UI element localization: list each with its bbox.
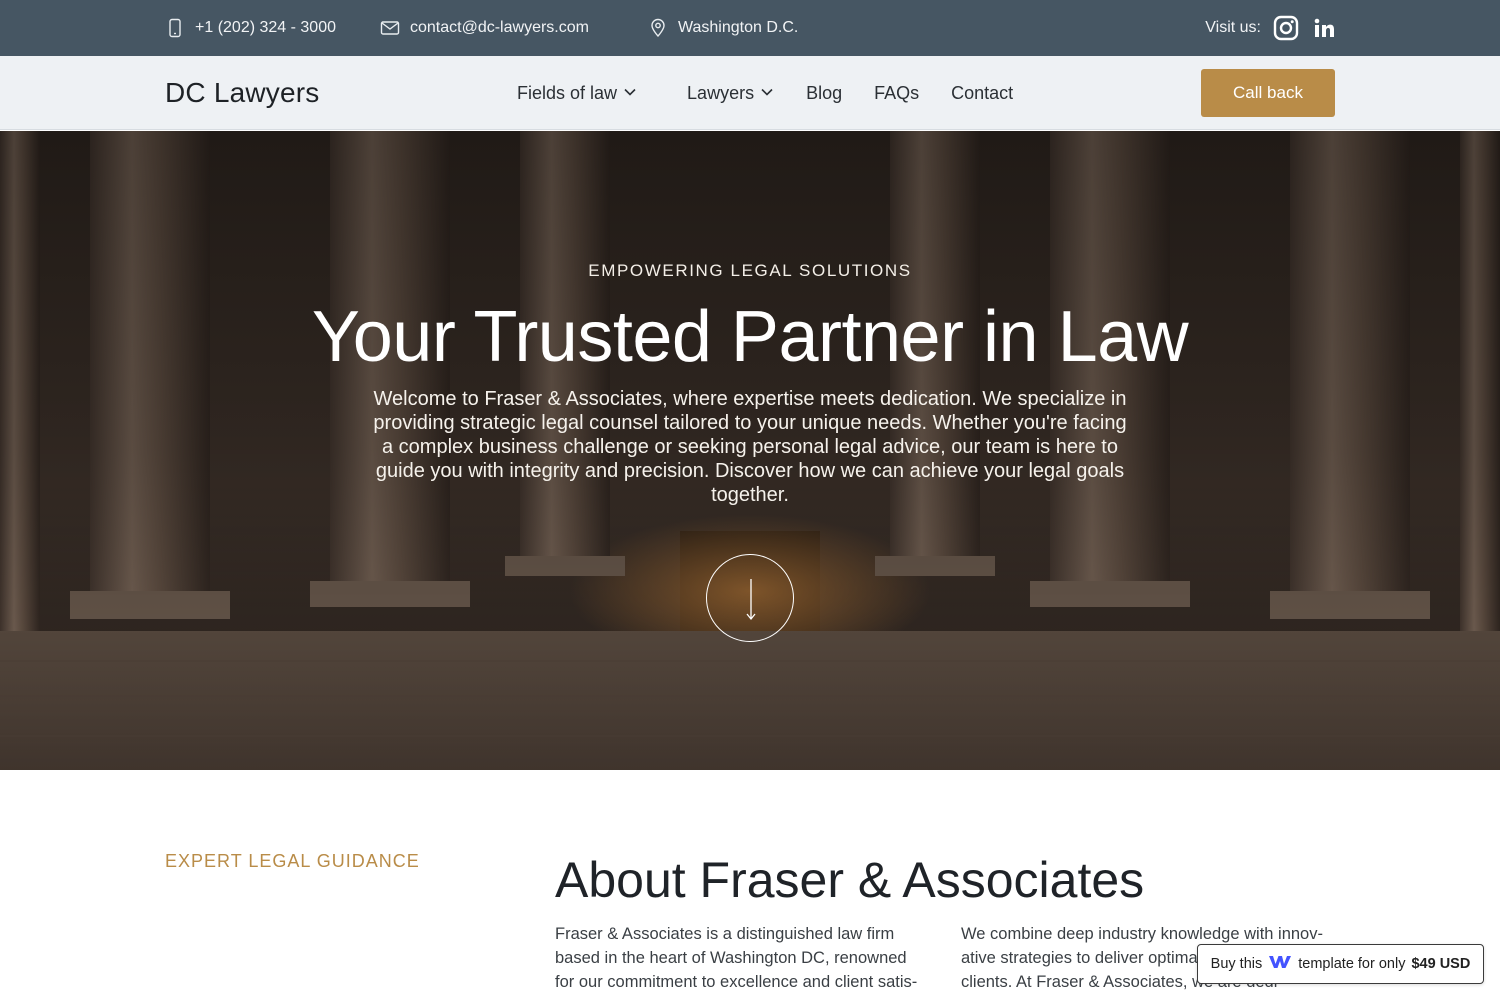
- nav-item-label: Contact: [951, 82, 1014, 103]
- about-eyebrow: EXPERT LEGAL GUIDANCE: [165, 851, 420, 871]
- main-navbar: DC Lawyers Fields of law Lawyers Blog FA…: [0, 56, 1500, 130]
- email-address: contact@dc-lawyers.com: [410, 19, 589, 36]
- hero-section: EMPOWERING LEGAL SOLUTIONS Your Trusted …: [0, 131, 1500, 770]
- phone-number: +1 (202) 324 - 3000: [195, 19, 336, 36]
- buy-prefix: Buy this: [1210, 956, 1263, 972]
- top-contact-bar: +1 (202) 324 - 3000 contact@dc-lawyers.c…: [0, 0, 1500, 56]
- scroll-down-button[interactable]: [706, 554, 794, 642]
- nav-item-contact[interactable]: Contact: [951, 83, 1013, 104]
- nav-item-lawyers[interactable]: Lawyers: [687, 83, 774, 104]
- phone-contact[interactable]: +1 (202) 324 - 3000: [165, 0, 336, 56]
- hero-eyebrow: EMPOWERING LEGAL SOLUTIONS: [588, 261, 912, 280]
- nav-item-label: Lawyers: [687, 82, 755, 103]
- nav-item-blog[interactable]: Blog: [806, 83, 842, 104]
- buy-template-badge[interactable]: Buy this template for only $49 USD: [1197, 944, 1484, 984]
- about-title: About Fraser & Associates: [555, 852, 1145, 908]
- visit-label: Visit us:: [1205, 19, 1261, 36]
- about-text-column-1: Fraser & Associates is a distinguished l…: [555, 925, 918, 991]
- main-menu: Fields of law Lawyers Blog FAQs Contact: [517, 56, 1013, 130]
- nav-item-label: Blog: [806, 82, 843, 103]
- webflow-icon: [1268, 954, 1292, 974]
- hero-title: Your Trusted Partner in Law: [311, 297, 1189, 377]
- map-pin-icon: [648, 18, 668, 38]
- brand-logo[interactable]: DC Lawyers: [165, 56, 319, 130]
- phone-icon: [165, 18, 185, 38]
- hero-lead: Welcome to Fraser & Associates, where ex…: [373, 388, 1127, 506]
- nav-item-faqs[interactable]: FAQs: [874, 83, 919, 104]
- mail-icon: [380, 18, 400, 38]
- linkedin-icon[interactable]: [1313, 17, 1335, 39]
- nav-item-label: Fields of law: [517, 82, 618, 103]
- nav-item-fields-of-law[interactable]: Fields of law: [517, 83, 637, 104]
- chevron-down-icon: [760, 83, 774, 104]
- nav-item-label: FAQs: [874, 82, 920, 103]
- buy-middle: template for only: [1298, 956, 1406, 972]
- chevron-down-icon: [623, 83, 637, 104]
- buy-price: $49 USD: [1411, 956, 1471, 972]
- instagram-icon[interactable]: [1273, 15, 1299, 41]
- social-links: Visit us:: [1205, 0, 1335, 56]
- location-contact: Washington D.C.: [648, 0, 798, 56]
- location-text: Washington D.C.: [678, 19, 799, 36]
- call-back-button[interactable]: Call back: [1201, 69, 1335, 117]
- email-contact[interactable]: contact@dc-lawyers.com: [380, 0, 589, 56]
